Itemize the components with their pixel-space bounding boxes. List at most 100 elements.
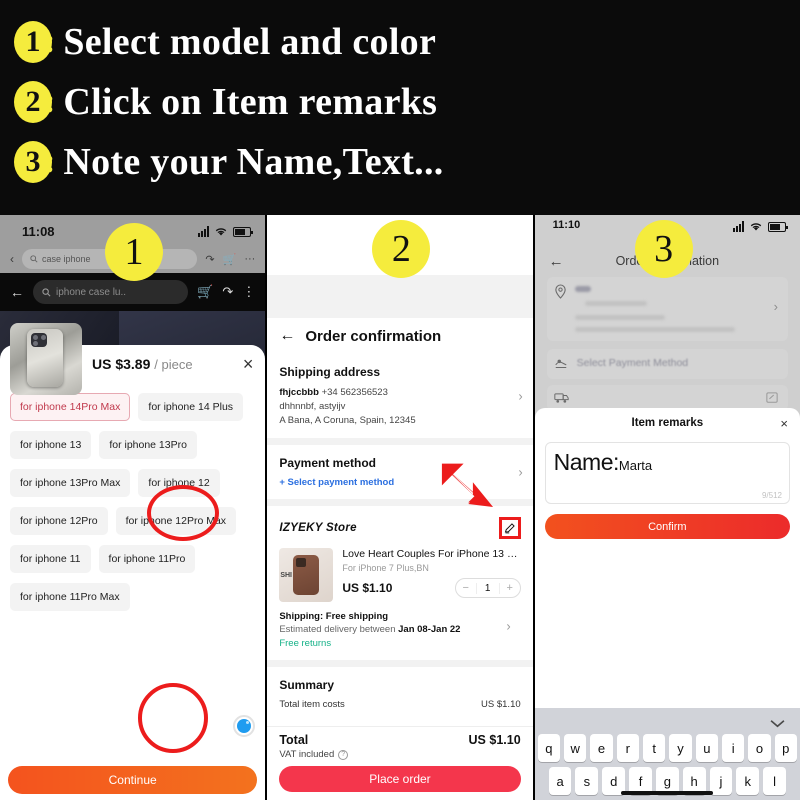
screenshot-panels: 11:08 ‹ case iphone ↷ 🛒 ··· ← iphone cas… (0, 215, 800, 800)
close-icon[interactable]: × (243, 355, 254, 373)
battery-icon (767, 221, 788, 232)
quantity-decrement[interactable]: − (456, 582, 476, 594)
search-icon (42, 287, 51, 296)
model-row: for iphone 13 for iphone 13Pro (10, 431, 259, 459)
key-l[interactable]: l (763, 767, 786, 795)
help-icon[interactable]: ? (338, 749, 349, 760)
shipping-info-row[interactable]: Shipping: Free shipping Estimated delive… (279, 602, 520, 649)
key-p[interactable]: p (774, 734, 797, 762)
model-option[interactable]: for iphone 11 (10, 545, 91, 573)
variant-sheet: US $3.89 / piece × for iphone 14Pro Max … (0, 323, 266, 800)
key-s[interactable]: s (575, 767, 599, 795)
key-i[interactable]: i (721, 734, 745, 762)
cart-icon-gray[interactable]: 🛒 (223, 253, 237, 266)
blurred-payment-label: Select Payment Method (576, 357, 689, 369)
search-placeholder: iphone case lu.. (56, 286, 127, 298)
chevron-right-icon: › (773, 299, 778, 314)
remarks-value-label: Name: (553, 449, 620, 475)
back-icon[interactable]: ← (10, 284, 24, 300)
status-time: 11:10 (552, 219, 581, 231)
instruction-line-1: 1 : Select model and color (14, 14, 800, 70)
key-k[interactable]: k (736, 767, 760, 795)
blurred-text-line (574, 315, 665, 320)
key-u[interactable]: u (695, 734, 718, 762)
price-unit: / piece (154, 357, 193, 372)
summary-row: Total item costs US $1.10 (279, 699, 520, 710)
remarks-value-name: Marta (618, 458, 653, 473)
quantity-stepper[interactable]: − 1 + (454, 578, 521, 599)
store-name[interactable]: IZYEKY Store (279, 522, 357, 534)
back-icon-gray[interactable]: ‹ (10, 252, 14, 266)
share-icon[interactable]: ↷ (222, 284, 233, 300)
search-input[interactable]: iphone case lu.. (33, 280, 189, 304)
quantity-value: 1 (475, 582, 500, 594)
more-icon[interactable]: ⋮ (242, 284, 255, 300)
shipping-address-card[interactable]: Shipping address fhjccbbb +34 562356523 … (267, 354, 533, 439)
quantity-increment[interactable]: + (500, 582, 520, 594)
page-title: Order confirmation (305, 327, 442, 345)
instruction-text-2: Click on Item remarks (63, 81, 438, 123)
model-option[interactable]: for iphone 12Pro Max (115, 507, 237, 535)
key-r[interactable]: r (616, 734, 639, 762)
blurred-address-card: › (546, 277, 788, 341)
item-remarks-dialog: Item remarks × Name:Marta 9/512 Confirm (534, 408, 800, 800)
key-a[interactable]: a (548, 767, 572, 795)
key-y[interactable]: y (669, 734, 692, 762)
model-option[interactable]: for iphone 12Pro (10, 507, 108, 535)
back-icon[interactable]: ← (549, 253, 564, 270)
truck-icon (553, 393, 569, 403)
confirm-button[interactable]: Confirm (544, 514, 790, 539)
chevron-right-icon: › (506, 618, 511, 634)
key-q[interactable]: q (537, 734, 560, 762)
model-row: for iphone 11 for iphone 11Pro (10, 545, 259, 573)
instruction-line-2: 2 : Click on Item remarks (14, 74, 800, 130)
model-option[interactable]: for iphone 14Pro Max (10, 393, 131, 421)
total-bar: Total US $1.10 VAT included ? Place orde… (267, 726, 533, 800)
key-w[interactable]: w (564, 734, 587, 762)
floating-action-button[interactable] (233, 715, 256, 737)
place-order-button[interactable]: Place order (279, 766, 521, 792)
chevron-down-icon[interactable] (769, 718, 786, 729)
model-option[interactable]: for iphone 13Pro (99, 431, 197, 459)
more-icon-gray[interactable]: ··· (244, 253, 255, 265)
model-option[interactable]: for iphone 11Pro (98, 545, 196, 573)
model-options: for iphone 14Pro Max for iphone 14 Plus … (10, 393, 259, 621)
shipping-line2: dhhnnbf, astyijv (279, 400, 346, 412)
instruction-collage: 1 : Select model and color 2 : Click on … (0, 0, 800, 800)
wifi-icon (750, 223, 762, 231)
estimated-delivery-dates: Jan 08-Jan 22 (398, 624, 461, 636)
key-o[interactable]: o (748, 734, 771, 762)
remarks-input[interactable]: Name:Marta 9/512 (544, 442, 790, 504)
shipping-line3: A Bana, A Coruna, Spain, 12345 (279, 414, 416, 426)
share-icon-gray[interactable]: ↷ (205, 253, 214, 266)
remarks-value: Name:Marta (554, 449, 781, 476)
dialog-title: Item remarks (631, 417, 704, 429)
page-header: ← Order confirmation (267, 318, 533, 354)
estimated-delivery-prefix: Estimated delivery between (279, 624, 399, 636)
continue-button[interactable]: Continue (8, 766, 258, 794)
shipping-address-heading: Shipping address (279, 365, 381, 379)
model-option[interactable]: for iphone 13Pro Max (10, 469, 131, 497)
cart-icon[interactable]: 🛒 (197, 284, 213, 300)
instruction-text-3: Note your Name,Text... (63, 141, 444, 183)
product-price: US $3.89 / piece (92, 356, 193, 372)
key-j[interactable]: j (709, 767, 733, 795)
signal-icon (732, 221, 744, 232)
shipping-phone: +34 562356523 (321, 387, 388, 398)
model-option[interactable]: for iphone 13 (10, 431, 92, 459)
key-t[interactable]: t (642, 734, 666, 762)
model-option[interactable]: for iphone 11Pro Max (10, 583, 130, 611)
model-option-circled[interactable]: for iphone 12 (138, 469, 220, 497)
key-e[interactable]: e (590, 734, 613, 762)
model-option[interactable]: for iphone 14 Plus (138, 393, 244, 421)
item-variant: For iPhone 7 Plus,BN (342, 563, 429, 574)
product-thumbnail (10, 323, 82, 395)
price-value: US $3.89 (92, 356, 151, 372)
vat-note: VAT included ? (279, 749, 520, 760)
instruction-line-3: 3 : Note your Name,Text... (14, 134, 800, 190)
total-label: Total (279, 733, 309, 747)
note-icon (766, 392, 778, 403)
back-icon[interactable]: ← (279, 327, 295, 345)
close-icon[interactable]: × (780, 416, 788, 431)
step-number-1: 1 (105, 223, 163, 281)
